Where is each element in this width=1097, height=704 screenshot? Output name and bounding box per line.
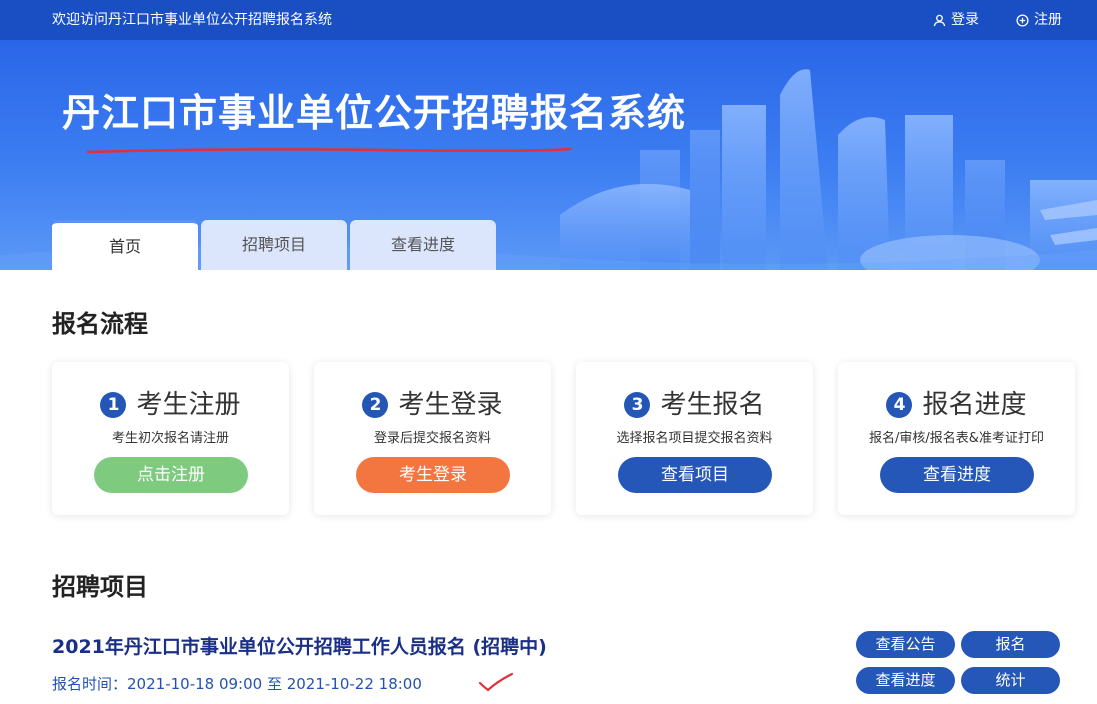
step-desc: 考生初次报名请注册 <box>111 431 229 446</box>
project-progress-button[interactable]: 查看进度 <box>856 667 955 694</box>
project-time-range: 2021-10-18 09:00 至 2021-10-22 18:00 <box>127 675 422 693</box>
tab-recruitment-projects[interactable]: 招聘项目 <box>201 220 347 270</box>
statistics-button[interactable]: 统计 <box>961 667 1060 694</box>
step-desc: 登录后提交报名资料 <box>373 431 491 446</box>
view-progress-button[interactable]: 查看进度 <box>880 457 1034 493</box>
step-name: 报名进度 <box>922 390 1027 420</box>
process-section-title: 报名流程 <box>52 310 148 338</box>
register-label: 注册 <box>1034 12 1062 28</box>
projects-section-title: 招聘项目 <box>52 573 148 601</box>
step-number: 4 <box>886 392 913 418</box>
plus-circle-icon <box>1016 13 1029 27</box>
login-button[interactable]: 考生登录 <box>356 457 510 493</box>
red-check-annotation <box>478 672 514 692</box>
step-card-progress: 4 报名进度 报名/审核/报名表&准考证打印 查看进度 <box>838 362 1075 515</box>
view-notice-button[interactable]: 查看公告 <box>856 631 955 658</box>
red-underline-annotation <box>86 147 572 154</box>
view-projects-button[interactable]: 查看项目 <box>618 457 772 493</box>
tab-home[interactable]: 首页 <box>52 220 198 270</box>
step-name: 考生注册 <box>136 390 241 420</box>
top-bar: 欢迎访问丹江口市事业单位公开招聘报名系统 登录 注册 <box>0 0 1097 40</box>
login-label: 登录 <box>951 12 979 28</box>
banner-title: 丹江口市事业单位公开招聘报名系统 <box>62 91 687 135</box>
step-number: 1 <box>100 392 127 418</box>
step-card-login: 2 考生登录 登录后提交报名资料 考生登录 <box>314 362 551 515</box>
project-title-link[interactable]: 2021年丹江口市事业单位公开招聘工作人员报名 (招聘中) <box>52 634 547 660</box>
login-link[interactable]: 登录 <box>933 11 979 29</box>
step-desc: 选择报名项目提交报名资料 <box>616 431 773 446</box>
step-name: 考生登录 <box>398 390 503 420</box>
project-time: 报名时间：2021-10-18 09:00 至 2021-10-22 18:00 <box>52 674 422 694</box>
user-icon <box>933 14 946 26</box>
tab-check-progress[interactable]: 查看进度 <box>350 220 496 270</box>
project-time-label: 报名时间： <box>52 675 128 693</box>
register-link[interactable]: 注册 <box>1016 11 1062 29</box>
welcome-text: 欢迎访问丹江口市事业单位公开招聘报名系统 <box>52 12 332 28</box>
register-button[interactable]: 点击注册 <box>94 457 248 493</box>
step-card-register: 1 考生注册 考生初次报名请注册 点击注册 <box>52 362 289 515</box>
step-number: 2 <box>362 392 389 418</box>
apply-button[interactable]: 报名 <box>961 631 1060 658</box>
step-card-apply: 3 考生报名 选择报名项目提交报名资料 查看项目 <box>576 362 813 515</box>
step-number: 3 <box>624 392 651 418</box>
step-name: 考生报名 <box>660 390 765 420</box>
step-desc: 报名/审核/报名表&准考证打印 <box>869 431 1044 446</box>
